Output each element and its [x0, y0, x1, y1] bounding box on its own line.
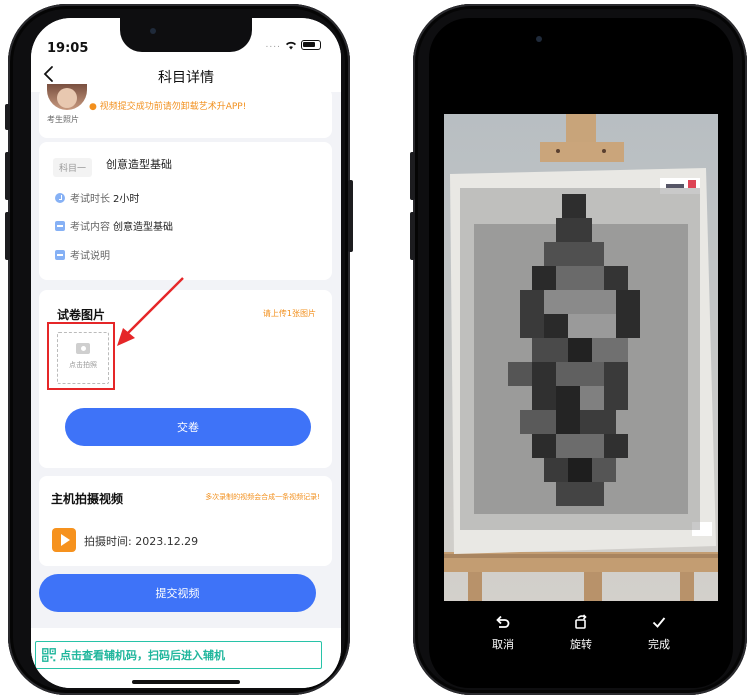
- video-hint: 多次录制的视频会合成一条视频记录!: [205, 493, 320, 501]
- rotate-label: 旋转: [570, 638, 592, 651]
- status-time: 19:05: [47, 41, 89, 56]
- wifi-icon: [286, 41, 296, 50]
- clock-icon: [55, 192, 65, 203]
- left-screen: 19:05 .... 科目详情 ● 视频提交成功前请勿卸载艺术升APP! 考生照…: [31, 18, 341, 688]
- take-photo-button[interactable]: 点击拍照: [57, 332, 109, 384]
- easel-drawing-image: [444, 114, 718, 601]
- video-recorded-time: 拍摄时间: 2023.12.29: [84, 535, 199, 548]
- cancel-label: 取消: [492, 638, 514, 651]
- content-label: 考试内容: [70, 222, 110, 233]
- photo-edit-toolbar: 取消 旋转 完成: [429, 614, 733, 664]
- duration-value: 2小时: [113, 194, 140, 205]
- upload-warning: ● 视频提交成功前请勿卸载艺术升APP!: [89, 102, 247, 112]
- done-label: 完成: [648, 638, 670, 651]
- submit-video-button[interactable]: 提交视频: [39, 574, 316, 612]
- checkmark-icon: [652, 617, 666, 628]
- paper-title: 试卷图片: [57, 308, 106, 322]
- rotate-icon: [575, 614, 587, 629]
- exam-duration-row: 考试时长 2小时: [55, 190, 139, 205]
- exam-paper-card: 试卷图片 请上传1张图片 点击拍照 交卷: [39, 290, 332, 468]
- take-photo-label: 点击拍照: [69, 361, 97, 369]
- notch: [120, 18, 252, 52]
- qr-code-icon: [42, 648, 56, 662]
- cancel-button[interactable]: 取消: [473, 614, 533, 652]
- submit-paper-button[interactable]: 交卷: [65, 408, 311, 446]
- bottom-bar: 点击查看辅机码，扫码后进入辅机: [31, 628, 341, 688]
- right-screen: 取消 旋转 完成: [429, 18, 733, 688]
- power-button: [348, 180, 353, 252]
- rotate-button[interactable]: 旋转: [551, 614, 611, 652]
- document-icon: [55, 249, 65, 260]
- view-aux-code-banner[interactable]: 点击查看辅机码，扫码后进入辅机: [35, 641, 322, 669]
- subject-name: 创意造型基础: [106, 158, 172, 171]
- undo-icon: [496, 615, 510, 628]
- document-icon: [55, 220, 65, 231]
- battery-icon: [301, 40, 321, 50]
- candidate-photo-card: ● 视频提交成功前请勿卸载艺术升APP! 考生照片: [39, 84, 332, 138]
- instructions-label: 考试说明: [70, 251, 110, 262]
- photo-caption: 考生照片: [47, 115, 79, 124]
- signal-icon: ....: [265, 40, 281, 50]
- photo-preview: [444, 114, 718, 601]
- subject-info-card: 科目一 创意造型基础 考试时长 2小时 考试内容 创意造型基础 考试说明: [39, 142, 332, 280]
- paper-hint: 请上传1张图片: [262, 309, 316, 318]
- volume-down-button: [5, 212, 10, 260]
- status-icons: ....: [266, 40, 321, 50]
- right-phone: 取消 旋转 完成: [410, 4, 747, 695]
- volume-up-button: [5, 152, 10, 200]
- volume-down-button: [410, 212, 415, 260]
- content-value: 创意造型基础: [113, 222, 173, 233]
- duration-label: 考试时长: [70, 194, 110, 205]
- avatar[interactable]: [47, 84, 87, 110]
- volume-up-button: [410, 152, 415, 200]
- front-camera: [150, 28, 156, 34]
- left-phone: 19:05 .... 科目详情 ● 视频提交成功前请勿卸载艺术升APP! 考生照…: [5, 4, 353, 695]
- video-title: 主机拍摄视频: [51, 492, 124, 506]
- play-icon[interactable]: [52, 528, 76, 552]
- exam-content-row: 考试内容 创意造型基础: [55, 218, 173, 233]
- camera-icon: [76, 343, 90, 354]
- home-indicator: [132, 680, 240, 684]
- host-video-card: 主机拍摄视频 多次录制的视频会合成一条视频记录! 拍摄时间: 2023.12.2…: [39, 476, 332, 566]
- done-button[interactable]: 完成: [629, 614, 689, 652]
- view-aux-code-text: 点击查看辅机码，扫码后进入辅机: [60, 649, 225, 662]
- exam-instructions-row[interactable]: 考试说明: [55, 247, 110, 262]
- subject-tag: 科目一: [53, 158, 93, 177]
- mute-switch: [5, 104, 10, 130]
- front-camera: [536, 36, 542, 42]
